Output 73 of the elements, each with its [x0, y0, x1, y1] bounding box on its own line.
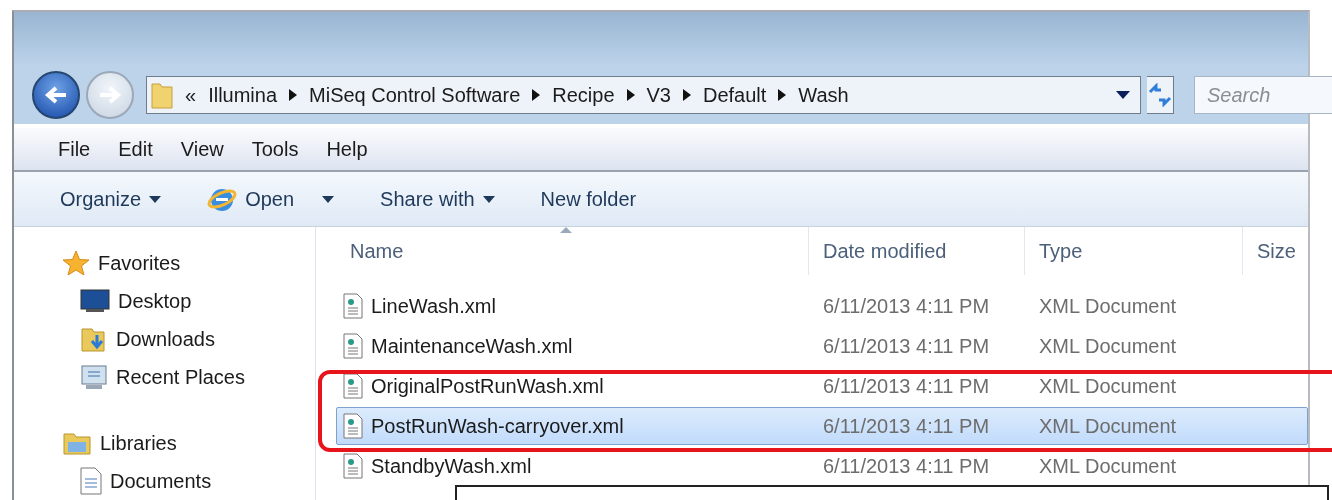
- chevron-icon: [626, 89, 635, 101]
- caret-icon: [482, 195, 495, 203]
- file-name: MaintenanceWash.xml: [337, 333, 809, 359]
- sidebar-heading[interactable]: Favorites: [62, 247, 315, 279]
- column-header[interactable]: Size: [1242, 227, 1308, 275]
- forward-arrow-icon: [98, 85, 122, 105]
- breadcrumb[interactable]: Recipe: [552, 83, 615, 107]
- dropdown-caret-icon[interactable]: [1116, 91, 1130, 99]
- column-header[interactable]: Name: [336, 227, 808, 275]
- refresh-button[interactable]: [1147, 76, 1174, 114]
- file-row[interactable]: StandbyWash.xml 6/11/2013 4:11 PM XML Document: [336, 447, 1308, 485]
- breadcrumb: «: [185, 83, 197, 107]
- chevron-icon: [289, 89, 298, 101]
- toolbar-dropdown[interactable]: Open: [207, 184, 335, 214]
- xml-file-icon: [343, 293, 363, 319]
- type-cell-text: XML Document: [1038, 374, 1178, 398]
- type-cell-text: XML Document: [1038, 454, 1178, 478]
- sidebar-item[interactable]: Desktop: [62, 285, 315, 317]
- sidebar-item[interactable]: Downloads: [62, 323, 315, 355]
- xml-file-icon: [343, 373, 363, 399]
- toolbar-button[interactable]: New folder: [540, 187, 637, 211]
- file-row[interactable]: PostRunWash-carryover.xml 6/11/2013 4:11 PM XML Document: [336, 407, 1308, 445]
- xml-file-icon: [343, 453, 363, 479]
- toolbar-dropdown[interactable]: Organize: [60, 187, 162, 211]
- date-cell-text: 6/11/2013 4:11 PM: [822, 374, 991, 398]
- xml-file-icon: [343, 333, 363, 359]
- library-icon: [62, 430, 92, 456]
- xml-file-icon: [343, 413, 363, 439]
- date-cell-text: 6/11/2013 4:11 PM: [822, 414, 991, 438]
- menu-item[interactable]: Help: [312, 137, 382, 161]
- type-cell-text: XML Document: [1038, 414, 1178, 438]
- address-bar[interactable]: « Illumina MiSeq Control Software Recipe V3 Default Wash: [146, 76, 1141, 114]
- document-icon: [80, 467, 102, 495]
- back-button[interactable]: [32, 71, 80, 119]
- toolbar-dropdown[interactable]: Share with: [380, 187, 495, 211]
- star-icon: [62, 250, 90, 276]
- type-cell-text: XML Document: [1038, 294, 1178, 318]
- date-cell-text: 6/11/2013 4:11 PM: [822, 334, 991, 358]
- date-cell-text: 6/11/2013 4:11 PM: [822, 454, 991, 478]
- column-header[interactable]: Type: [1024, 227, 1242, 275]
- recent-places-icon: [80, 363, 108, 391]
- breadcrumb[interactable]: V3: [646, 83, 671, 107]
- chevron-icon: [532, 89, 541, 101]
- menu-item[interactable]: Tools: [237, 137, 313, 161]
- refresh-icon: [1147, 83, 1173, 107]
- menu-item[interactable]: Edit: [104, 137, 167, 161]
- caret-icon: [322, 195, 335, 203]
- file-row[interactable]: MaintenanceWash.xml 6/11/2013 4:11 PM XML Document: [336, 327, 1308, 365]
- chevron-icon: [778, 89, 787, 101]
- monitor-icon: [80, 289, 110, 313]
- folder-icon: [151, 81, 173, 109]
- search-field[interactable]: Search: [1194, 76, 1332, 114]
- chevron-icon: [683, 89, 691, 101]
- breadcrumb[interactable]: MiSeq Control Software: [309, 83, 521, 107]
- download-folder-icon: [80, 325, 108, 353]
- file-row[interactable]: LineWash.xml 6/11/2013 4:11 PM XML Document: [336, 287, 1308, 325]
- sidebar-item[interactable]: Documents: [62, 465, 315, 497]
- file-name: LineWash.xml: [337, 293, 809, 319]
- breadcrumb[interactable]: Illumina: [208, 83, 278, 107]
- sidebar-item[interactable]: Recent Places: [62, 361, 315, 393]
- file-name: PostRunWash-carryover.xml: [337, 413, 809, 439]
- file-row[interactable]: OriginalPostRunWash.xml 6/11/2013 4:11 PM XML Document: [336, 367, 1308, 405]
- menu-item[interactable]: View: [166, 137, 238, 161]
- breadcrumb[interactable]: Wash: [798, 83, 849, 107]
- back-arrow-icon: [44, 85, 68, 105]
- sidebar-heading[interactable]: Libraries: [62, 427, 315, 459]
- column-header[interactable]: Date modified: [808, 227, 1024, 275]
- breadcrumb[interactable]: Default: [703, 83, 767, 107]
- date-cell-text: 6/11/2013 4:11 PM: [822, 294, 991, 318]
- file-name: StandbyWash.xml: [337, 453, 809, 479]
- caret-icon: [149, 195, 162, 203]
- type-cell-text: XML Document: [1038, 334, 1178, 358]
- menu-item[interactable]: File: [44, 137, 105, 161]
